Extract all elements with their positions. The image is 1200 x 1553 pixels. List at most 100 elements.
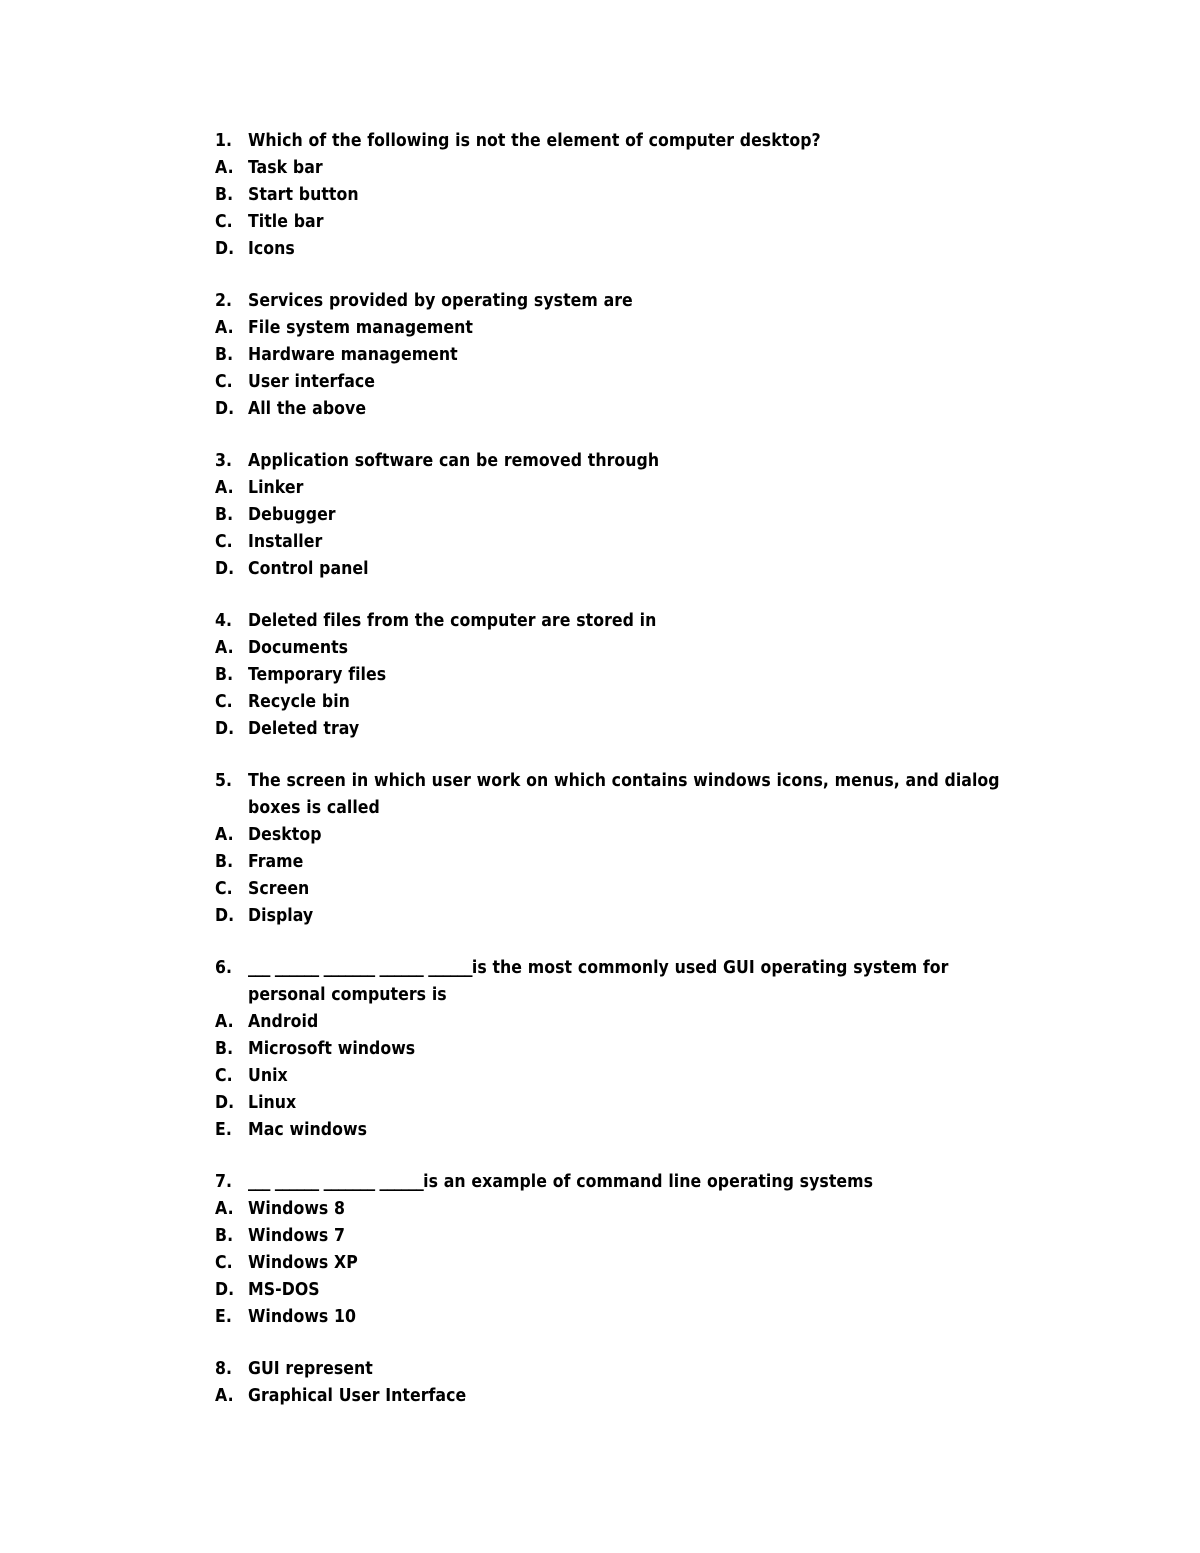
answer-option[interactable]: C. User interface	[215, 369, 1015, 396]
option-marker: E.	[215, 1120, 232, 1140]
answer-option[interactable]: B. Windows 7	[215, 1223, 1015, 1250]
option-marker: D.	[215, 1280, 235, 1300]
question-stem-text: Services provided by operating system ar…	[248, 288, 1015, 315]
option-marker: D.	[215, 906, 235, 926]
answer-option[interactable]: C. Recycle bin	[215, 689, 1015, 716]
answer-option[interactable]: B. Temporary files	[215, 662, 1015, 689]
answer-option[interactable]: D. Deleted tray	[215, 716, 1015, 743]
answer-option[interactable]: A. File system management	[215, 315, 1015, 342]
option-label: Windows 8	[248, 1199, 346, 1219]
answer-option[interactable]: D. Display	[215, 903, 1015, 930]
option-marker: A.	[215, 1199, 234, 1219]
question-stem-text: Application software can be removed thro…	[248, 448, 1015, 475]
option-label: Unix	[248, 1066, 288, 1086]
question-number: 8.	[215, 1359, 233, 1379]
answer-option[interactable]: D. MS-DOS	[215, 1277, 1015, 1304]
answer-blank: ___ ______ _______ ______	[248, 1172, 424, 1192]
answer-option[interactable]: C. Screen	[215, 876, 1015, 903]
option-marker: D.	[215, 239, 235, 259]
answer-option[interactable]: C. Unix	[215, 1063, 1015, 1090]
option-label: Screen	[248, 879, 310, 899]
option-label: Frame	[248, 852, 304, 872]
option-label: Documents	[248, 638, 349, 658]
question-stem-body: GUI represent	[248, 1359, 373, 1379]
question-number: 7.	[215, 1172, 233, 1192]
option-marker: A.	[215, 478, 234, 498]
question-block: 1. Which of the following is not the elem…	[215, 128, 1015, 263]
option-marker: D.	[215, 399, 235, 419]
document-page: 1. Which of the following is not the elem…	[0, 0, 1200, 1553]
option-label: Task bar	[248, 158, 323, 178]
question-block: 7. ___ ______ _______ ______is an example…	[215, 1169, 1015, 1331]
answer-option[interactable]: A. Task bar	[215, 155, 1015, 182]
question-stem-text: The screen in which user work on which c…	[248, 768, 1015, 822]
answer-blank: ___ ______ _______ ______ ______	[248, 958, 472, 978]
answer-option[interactable]: A. Graphical User Interface	[215, 1383, 1015, 1410]
option-marker: B.	[215, 1039, 234, 1059]
question-block: 2. Services provided by operating system …	[215, 288, 1015, 423]
answer-option[interactable]: A. Linker	[215, 475, 1015, 502]
option-label: All the above	[248, 399, 367, 419]
question-number: 6.	[215, 958, 233, 978]
question-stem-line: 5. The screen in which user work on which…	[215, 768, 1015, 822]
answer-option[interactable]: A. Documents	[215, 635, 1015, 662]
question-stem-line: 4. Deleted files from the computer are st…	[215, 608, 1015, 635]
question-number: 4.	[215, 611, 233, 631]
option-label: Start button	[248, 185, 359, 205]
question-stem-body: Services provided by operating system ar…	[248, 291, 633, 311]
option-marker: B.	[215, 665, 234, 685]
option-label: Deleted tray	[248, 719, 360, 739]
question-number: 1.	[215, 131, 233, 151]
option-label: Android	[248, 1012, 319, 1032]
answer-option[interactable]: D. Linux	[215, 1090, 1015, 1117]
option-marker: C.	[215, 532, 233, 552]
answer-option[interactable]: D. Icons	[215, 236, 1015, 263]
option-label: User interface	[248, 372, 376, 392]
question-stem-body: is an example of command line operating …	[423, 1172, 874, 1192]
question-stem-line: 2. Services provided by operating system …	[215, 288, 1015, 315]
option-marker: C.	[215, 1066, 233, 1086]
option-label: Display	[248, 906, 314, 926]
question-stem-line: 6. ___ ______ _______ ______ ______is the…	[215, 955, 1015, 1009]
question-stem-body: Application software can be removed thro…	[248, 451, 660, 471]
option-marker: C.	[215, 879, 233, 899]
answer-option[interactable]: B. Start button	[215, 182, 1015, 209]
question-block: 5. The screen in which user work on which…	[215, 768, 1015, 930]
option-marker: E.	[215, 1307, 232, 1327]
question-block: 3. Application software can be removed th…	[215, 448, 1015, 583]
answer-option[interactable]: A. Android	[215, 1009, 1015, 1036]
question-stem-body: The screen in which user work on which c…	[248, 771, 1000, 818]
answer-option[interactable]: C. Title bar	[215, 209, 1015, 236]
answer-option[interactable]: B. Frame	[215, 849, 1015, 876]
option-label: File system management	[248, 318, 473, 338]
option-label: Icons	[248, 239, 295, 259]
option-label: Hardware management	[248, 345, 458, 365]
answer-option[interactable]: A. Desktop	[215, 822, 1015, 849]
question-stem-line: 1. Which of the following is not the elem…	[215, 128, 1015, 155]
option-marker: D.	[215, 719, 235, 739]
answer-option[interactable]: B. Debugger	[215, 502, 1015, 529]
question-stem-text: GUI represent	[248, 1356, 1015, 1383]
answer-option[interactable]: C. Windows XP	[215, 1250, 1015, 1277]
option-label: Microsoft windows	[248, 1039, 416, 1059]
option-label: Debugger	[248, 505, 336, 525]
question-stem-line: 3. Application software can be removed th…	[215, 448, 1015, 475]
answer-option[interactable]: D. All the above	[215, 396, 1015, 423]
option-label: Linux	[248, 1093, 297, 1113]
answer-option[interactable]: B. Hardware management	[215, 342, 1015, 369]
option-label: Windows 7	[248, 1226, 346, 1246]
option-marker: C.	[215, 372, 233, 392]
answer-option[interactable]: C. Installer	[215, 529, 1015, 556]
answer-option[interactable]: E. Mac windows	[215, 1117, 1015, 1144]
question-block: 6. ___ ______ _______ ______ ______is the…	[215, 955, 1015, 1144]
option-label: Recycle bin	[248, 692, 350, 712]
question-stem-text: Deleted files from the computer are stor…	[248, 608, 1015, 635]
option-marker: C.	[215, 692, 233, 712]
option-marker: B.	[215, 185, 234, 205]
question-stem-body: Which of the following is not the elemen…	[248, 131, 821, 151]
answer-option[interactable]: A. Windows 8	[215, 1196, 1015, 1223]
option-label: MS-DOS	[248, 1280, 320, 1300]
answer-option[interactable]: B. Microsoft windows	[215, 1036, 1015, 1063]
answer-option[interactable]: D. Control panel	[215, 556, 1015, 583]
answer-option[interactable]: E. Windows 10	[215, 1304, 1015, 1331]
